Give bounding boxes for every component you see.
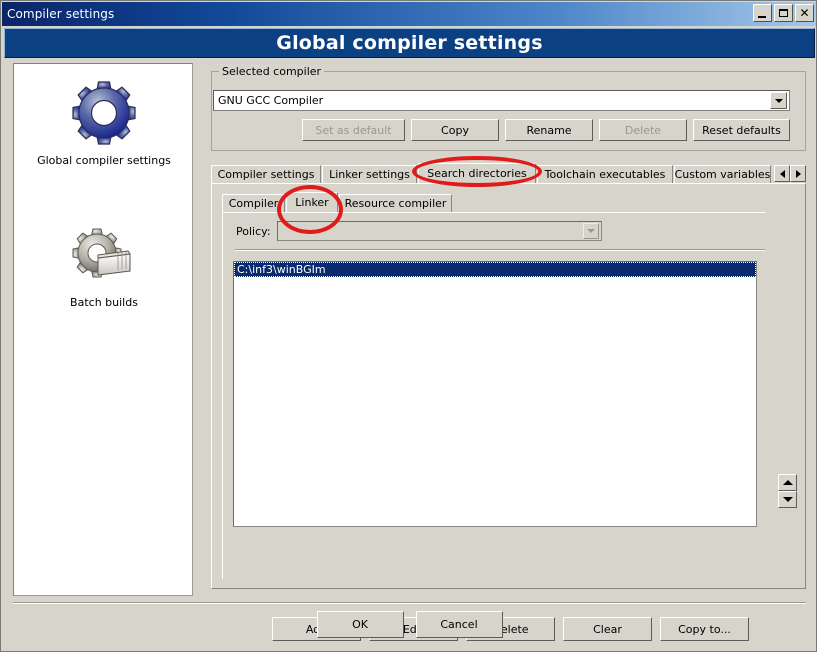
sidebar-item-label: Batch builds	[70, 296, 138, 309]
chevron-down-icon[interactable]	[770, 92, 787, 109]
rename-button[interactable]: Rename	[505, 119, 593, 141]
close-icon: ✕	[799, 5, 810, 20]
tab-scroll-buttons	[774, 165, 806, 182]
delete-compiler-button[interactable]: Delete	[599, 119, 687, 141]
sidebar-item-batch-builds[interactable]: Batch builds	[14, 216, 192, 309]
policy-select[interactable]	[276, 221, 602, 241]
tab-compiler-settings[interactable]: Compiler settings	[211, 165, 321, 183]
settings-category-list: Global compiler settings Batch builds	[13, 63, 193, 596]
subtab-linker[interactable]: Linker	[286, 192, 338, 212]
tab-search-directories[interactable]: Search directories	[418, 163, 536, 183]
policy-separator	[235, 249, 765, 251]
arrow-up-icon[interactable]	[778, 474, 797, 491]
window-titlebar: Compiler settings ✕	[2, 2, 816, 26]
close-button[interactable]: ✕	[795, 4, 814, 22]
linker-subtab-page: Policy: C:\inf3\winBGIm	[222, 212, 766, 579]
chevron-right-icon[interactable]	[790, 165, 806, 182]
selected-compiler-group-title: Selected compiler	[219, 65, 325, 78]
policy-label: Policy:	[236, 224, 271, 238]
settings-detail-panel: Selected compiler GNU GCC Compiler Set a…	[204, 63, 808, 641]
gray-gear-stack-icon	[14, 216, 192, 294]
page-header: Global compiler settings	[4, 28, 815, 58]
compiler-select[interactable]: GNU GCC Compiler	[213, 90, 790, 111]
tab-custom-variables[interactable]: Custom variables	[674, 165, 771, 183]
reorder-spin-buttons	[778, 474, 797, 508]
compiler-select-value: GNU GCC Compiler	[218, 94, 324, 107]
window-controls: ✕	[753, 4, 814, 22]
window-title: Compiler settings	[7, 7, 115, 21]
subtab-compiler[interactable]: Compiler	[222, 194, 285, 212]
search-directories-subtabs: Compiler Linker Resource compiler	[222, 192, 797, 212]
blue-gear-icon	[14, 74, 192, 152]
search-directories-list[interactable]: C:\inf3\winBGIm	[233, 261, 757, 527]
footer-separator	[13, 602, 806, 604]
sidebar-item-global-compiler-settings[interactable]: Global compiler settings	[14, 74, 192, 167]
arrow-down-icon[interactable]	[778, 491, 797, 508]
copy-button[interactable]: Copy	[411, 119, 499, 141]
chevron-left-icon[interactable]	[774, 165, 790, 182]
set-as-default-button[interactable]: Set as default	[302, 119, 405, 141]
tab-linker-settings[interactable]: Linker settings	[322, 165, 417, 183]
chevron-down-icon[interactable]	[582, 223, 599, 239]
reset-defaults-button[interactable]: Reset defaults	[693, 119, 790, 141]
cancel-button[interactable]: Cancel	[415, 611, 503, 638]
subtab-resource-compiler[interactable]: Resource compiler	[339, 194, 452, 212]
ok-button[interactable]: OK	[316, 611, 404, 638]
dialog-footer: OK Cancel	[1, 611, 816, 638]
sidebar-item-label: Global compiler settings	[37, 154, 171, 167]
compiler-settings-window: Compiler settings ✕ Global compiler sett…	[0, 0, 817, 652]
minimize-button[interactable]	[753, 4, 772, 22]
settings-tabs: Compiler settings Linker settings Search…	[211, 163, 806, 183]
maximize-button[interactable]	[774, 4, 793, 22]
policy-row: Policy:	[236, 221, 602, 241]
search-directories-page: Compiler Linker Resource compiler Policy…	[211, 183, 806, 641]
tab-toolchain-executables[interactable]: Toolchain executables	[537, 165, 673, 183]
list-item[interactable]: C:\inf3\winBGIm	[234, 262, 756, 277]
page-title: Global compiler settings	[276, 32, 543, 54]
compiler-actions: Set as default Copy Rename Delete Reset …	[213, 119, 790, 141]
